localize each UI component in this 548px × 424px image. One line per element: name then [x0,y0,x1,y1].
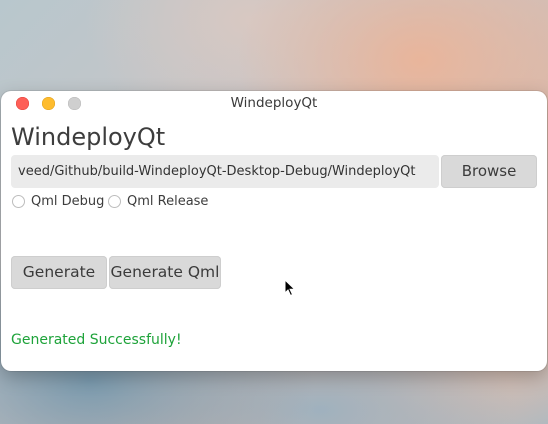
qml-debug-option[interactable]: Qml Debug [12,194,104,212]
window-title: WindeployQt [230,95,318,111]
browse-button[interactable]: Browse [441,155,537,188]
generate-button[interactable]: Generate [11,256,107,289]
qml-release-label[interactable]: Qml Release [127,194,208,209]
qml-release-option[interactable]: Qml Release [108,194,208,212]
status-message: Generated Successfully! [11,332,182,348]
arrow-cursor-icon [284,279,296,297]
qml-debug-label[interactable]: Qml Debug [31,194,104,209]
path-input[interactable]: veed/Github/build-WindeployQt-Desktop-De… [11,155,439,188]
qml-debug-radio[interactable] [12,195,25,208]
path-input-value[interactable]: veed/Github/build-WindeployQt-Desktop-De… [18,164,416,179]
generate-qml-button[interactable]: Generate Qml [109,256,221,289]
app-window: WindeployQt WindeployQt veed/Github/buil… [1,91,547,371]
title-bar[interactable]: WindeployQt [1,91,547,115]
app-heading: WindeployQt [11,123,166,151]
qml-release-radio[interactable] [108,195,121,208]
